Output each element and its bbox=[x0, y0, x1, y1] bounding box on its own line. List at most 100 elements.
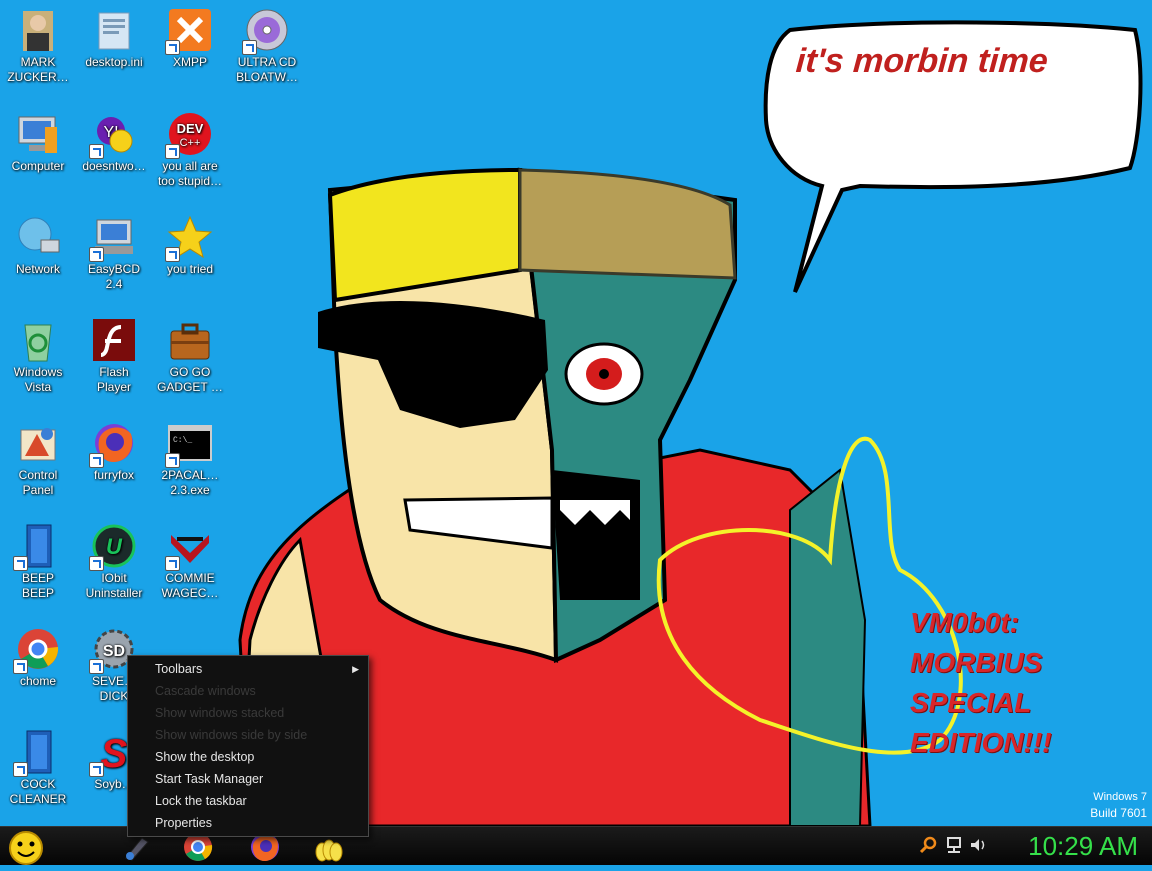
icon-label: XMPP bbox=[172, 55, 207, 69]
icon-label: doesntwo… bbox=[82, 159, 146, 173]
menu-item-toolbars[interactable]: Toolbars ▶ bbox=[128, 658, 368, 680]
taskbar-context-menu: Toolbars ▶ Cascade windows Show windows s… bbox=[127, 655, 369, 837]
menu-item-label: Show the desktop bbox=[155, 750, 255, 764]
icon-label: MARK ZUCKER… bbox=[7, 55, 69, 84]
desktop-icon-beep-beep[interactable]: BEEP BEEP bbox=[0, 520, 76, 601]
icon-label: Windows Vista bbox=[13, 365, 63, 394]
menu-item-label: Show windows side by side bbox=[155, 728, 308, 742]
network-icon bbox=[15, 214, 61, 260]
icon-label: BEEP BEEP bbox=[21, 571, 54, 600]
search-icon bbox=[919, 836, 937, 854]
yahoo-messenger-icon: Y! bbox=[89, 111, 137, 159]
smiley-start-icon bbox=[9, 831, 43, 865]
submenu-arrow-icon: ▶ bbox=[352, 664, 359, 674]
watermark-edition: Windows 7 bbox=[1093, 791, 1147, 803]
icon-label: GO GO GADGET … bbox=[157, 365, 223, 394]
desktop-icon-you-all-are-too-stupid[interactable]: DEV C++ you all are too stupid… bbox=[152, 108, 228, 189]
menu-item-label: Properties bbox=[155, 816, 212, 830]
icon-label: Control Panel bbox=[18, 468, 58, 497]
icon-label: IObit Uninstaller bbox=[85, 571, 143, 600]
desktop-icon-network[interactable]: Network bbox=[0, 211, 76, 277]
edition-line: EDITION!!! bbox=[910, 727, 1052, 758]
svg-text:S: S bbox=[101, 732, 128, 775]
control-panel-icon bbox=[15, 420, 61, 466]
tray-search[interactable] bbox=[918, 835, 938, 855]
xampp-icon bbox=[165, 7, 213, 55]
desktop-icon-doesntwo[interactable]: Y! doesntwo… bbox=[76, 108, 152, 174]
star-icon bbox=[165, 214, 213, 262]
desktop-icon-computer[interactable]: Computer bbox=[0, 108, 76, 174]
icon-label: you tried bbox=[166, 262, 214, 276]
icon-label: furryfox bbox=[93, 468, 134, 482]
edition-line: SPECIAL bbox=[910, 687, 1032, 718]
briefcase-icon bbox=[167, 317, 213, 363]
svg-text:DEV: DEV bbox=[177, 121, 204, 136]
icon-label: ULTRA CD BLOATW… bbox=[236, 55, 298, 84]
svg-text:SD: SD bbox=[103, 643, 125, 660]
edition-text: VM0b0t: MORBIUS SPECIAL EDITION!!! bbox=[910, 603, 1052, 763]
desktop-icon-you-tried[interactable]: you tried bbox=[152, 211, 228, 277]
desktop-icon-mark-zucker[interactable]: MARK ZUCKER… bbox=[0, 4, 76, 85]
cd-icon bbox=[242, 7, 290, 55]
blue-book-icon bbox=[13, 729, 61, 777]
watermark-build: Build 7601 bbox=[1090, 806, 1147, 820]
svg-text:C:\_: C:\_ bbox=[173, 436, 192, 445]
desktop-icon-windows-vista[interactable]: Windows Vista bbox=[0, 314, 76, 395]
menu-item-label: Start Task Manager bbox=[155, 772, 264, 786]
iobit-icon: U bbox=[89, 523, 137, 571]
flash-icon bbox=[91, 317, 137, 363]
portrait-icon bbox=[15, 7, 61, 53]
icon-label: desktop.ini bbox=[85, 55, 143, 69]
tray-network[interactable] bbox=[944, 835, 964, 855]
computer-icon bbox=[15, 111, 61, 157]
svg-text:U: U bbox=[106, 534, 123, 559]
taskbar-clock[interactable]: 10:29 AM bbox=[1028, 830, 1138, 862]
desktop-icon-flash-player[interactable]: Flash Player bbox=[76, 314, 152, 395]
desktop-icon-commie-wagec[interactable]: COMMIE WAGEC… bbox=[152, 520, 228, 601]
menu-item-label: Cascade windows bbox=[155, 684, 256, 698]
menu-item-label: Lock the taskbar bbox=[155, 794, 247, 808]
icon-label: EasyBCD 2.4 bbox=[87, 262, 140, 291]
blue-book-icon bbox=[13, 523, 61, 571]
menu-item-start-task-manager[interactable]: Start Task Manager bbox=[128, 768, 368, 790]
desktop-icon-ultra-cd-bloatw[interactable]: ULTRA CD BLOATW… bbox=[229, 4, 305, 85]
edition-line: MORBIUS bbox=[910, 647, 1043, 678]
edition-line: VM0b0t: bbox=[910, 607, 1019, 638]
desktop-icon-furryfox[interactable]: furryfox bbox=[76, 417, 152, 483]
icon-label: 2PACAL… 2.3.exe bbox=[161, 468, 219, 497]
menu-item-label: Show windows stacked bbox=[155, 706, 285, 720]
config-file-icon bbox=[91, 7, 137, 53]
desktop-icon-cock-cleaner[interactable]: COCK CLEANER bbox=[0, 726, 76, 807]
icon-label: Network bbox=[15, 262, 60, 276]
desktop-icon-easybcd[interactable]: EasyBCD 2.4 bbox=[76, 211, 152, 292]
desktop-icon-go-go-gadget[interactable]: GO GO GADGET … bbox=[152, 314, 228, 395]
speech-bubble-text: it's morbin time bbox=[794, 42, 1050, 80]
desktop-icon-2pacal[interactable]: C:\_ 2PACAL… 2.3.exe bbox=[152, 417, 228, 498]
chrome-icon bbox=[13, 626, 61, 674]
console-icon: C:\_ bbox=[165, 420, 213, 468]
menu-item-show-windows-stacked: Show windows stacked bbox=[128, 702, 368, 724]
desktop-icon-chome[interactable]: chome bbox=[0, 623, 76, 689]
volume-icon bbox=[971, 839, 985, 851]
menu-item-label: Toolbars bbox=[155, 662, 203, 676]
icon-label: Computer bbox=[11, 159, 65, 173]
dev-cpp-icon: DEV C++ bbox=[165, 111, 213, 159]
menu-item-lock-the-taskbar[interactable]: Lock the taskbar bbox=[128, 790, 368, 812]
firefox-icon bbox=[89, 420, 137, 468]
windows-watermark: Windows 7 Build 7601 bbox=[1090, 789, 1147, 821]
start-button[interactable] bbox=[8, 830, 43, 865]
desktop-icon-iobit-uninstaller[interactable]: U IObit Uninstaller bbox=[76, 520, 152, 601]
menu-item-show-the-desktop[interactable]: Show the desktop bbox=[128, 746, 368, 768]
recycle-bin-icon bbox=[15, 317, 61, 363]
icon-label: chome bbox=[19, 674, 57, 688]
network-tray-icon bbox=[947, 837, 961, 853]
easybcd-icon bbox=[89, 214, 137, 262]
icon-label: Flash Player bbox=[96, 365, 131, 394]
desktop-icon-desktop-ini[interactable]: desktop.ini bbox=[76, 4, 152, 70]
commie-icon bbox=[165, 523, 213, 571]
desktop-icon-control-panel[interactable]: Control Panel bbox=[0, 417, 76, 498]
menu-item-show-windows-side-by-side: Show windows side by side bbox=[128, 724, 368, 746]
desktop-icon-xmpp[interactable]: XMPP bbox=[152, 4, 228, 70]
tray-volume[interactable] bbox=[968, 835, 988, 855]
menu-item-properties[interactable]: Properties bbox=[128, 812, 368, 834]
